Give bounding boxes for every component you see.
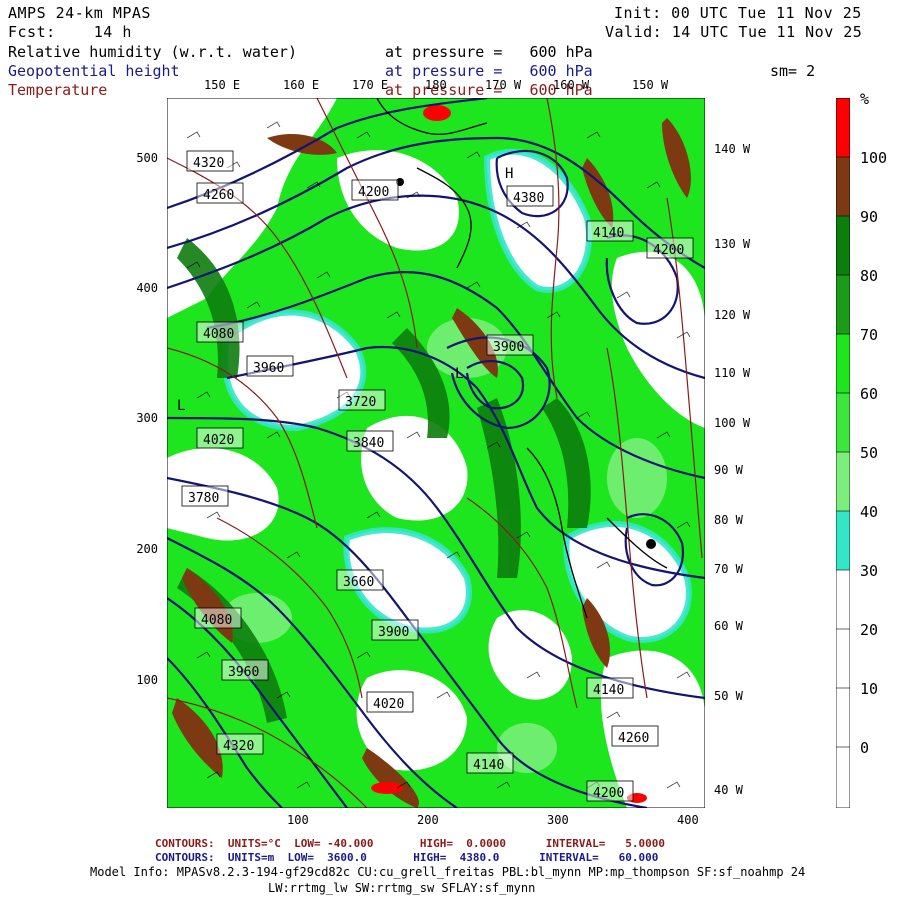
model-info-physics: LW:rrtmg_lw SW:rrtmg_sw SFLAY:sf_mynn (268, 881, 536, 895)
colorbar-label: 90 (860, 208, 879, 226)
lon-label-top: 160 E (283, 78, 320, 92)
height-label: 4200 (653, 243, 684, 258)
height-label: 4080 (201, 613, 232, 628)
lon-label-right: 130 W (714, 237, 751, 251)
field-rh-level: at pressure = 600 hPa (385, 43, 593, 61)
y-tick-label: 200 (136, 542, 158, 556)
height-contour-info: CONTOURS: UNITS=m LOW= 3600.0 HIGH= 4380… (155, 851, 659, 864)
forecast-hour: Fcst: 14 h (8, 23, 132, 41)
colorbar-label: 100 (860, 149, 888, 167)
height-label: 3900 (378, 625, 409, 640)
colorbar-label: 10 (860, 680, 879, 698)
temperature-contour-info: CONTOURS: UNITS=°C LOW= -40.000 HIGH= 0.… (155, 837, 665, 850)
colorbar-label: 30 (860, 562, 879, 580)
lon-label-top: 160 W (553, 78, 590, 92)
high-pressure-label: H (505, 166, 513, 182)
lon-label-top: 170 W (485, 78, 522, 92)
height-label: 3900 (493, 340, 524, 355)
lon-label-right: 40 W (714, 783, 743, 797)
x-tick-label: 100 (287, 813, 309, 827)
y-tick-label: 500 (136, 151, 158, 165)
lon-label-top: 180 (425, 78, 447, 92)
valid-time: Valid: 14 UTC Tue 11 Nov 25 (605, 23, 863, 41)
weather-map: 4320 4260 4200 4380 4140 4080 4020 3960 … (167, 98, 705, 808)
field-temp-name: Temperature (8, 81, 108, 99)
lon-label-right: 60 W (714, 619, 743, 633)
colorbar-unit: % (860, 90, 870, 108)
x-tick-label: 300 (547, 813, 569, 827)
colorbar-label: 40 (860, 503, 879, 521)
smoothing-label: sm= 2 (770, 62, 816, 80)
y-tick-label: 100 (136, 673, 158, 687)
lon-label-right: 50 W (714, 689, 743, 703)
height-label: 4140 (593, 683, 624, 698)
lon-label-right: 100 W (714, 416, 751, 430)
x-tick-label: 400 (677, 813, 699, 827)
colorbar-label: 60 (860, 385, 879, 403)
lon-label-right: 140 W (714, 142, 751, 156)
height-label: 3960 (253, 361, 284, 376)
height-label: 4020 (373, 697, 404, 712)
height-label: 3780 (188, 491, 219, 506)
height-label: 3660 (343, 575, 374, 590)
colorbar-label: 20 (860, 621, 879, 639)
lon-label-top: 150 E (204, 78, 241, 92)
height-label: 4260 (618, 731, 649, 746)
init-time: Init: 00 UTC Tue 11 Nov 25 (614, 4, 862, 22)
lon-label-right: 120 W (714, 308, 751, 322)
height-label: 4200 (593, 786, 624, 801)
lon-label-right: 70 W (714, 562, 743, 576)
lon-label-top: 170 E (352, 78, 389, 92)
height-label: 4380 (513, 191, 544, 206)
y-tick-label: 300 (136, 411, 158, 425)
colorbar-label: 80 (860, 267, 879, 285)
height-label: 4080 (203, 327, 234, 342)
x-tick-label: 200 (417, 813, 439, 827)
height-label: 3720 (345, 395, 376, 410)
height-label: 3840 (353, 436, 384, 451)
colorbar-label: 50 (860, 444, 879, 462)
colorbar-label: 0 (860, 739, 870, 757)
height-label: 3960 (228, 665, 259, 680)
height-label: 4260 (203, 188, 234, 203)
lon-label-top: 150 W (632, 78, 669, 92)
field-gh-name: Geopotential height (8, 62, 180, 80)
height-label: 4020 (203, 433, 234, 448)
colorbar-label: 70 (860, 326, 879, 344)
lon-label-right: 110 W (714, 366, 751, 380)
colorbar (836, 98, 850, 808)
field-rh-name: Relative humidity (w.r.t. water) (8, 43, 297, 61)
lon-label-right: 80 W (714, 513, 743, 527)
model-title: AMPS 24-km MPAS (8, 4, 151, 22)
height-label: 4200 (358, 185, 389, 200)
height-label: 4320 (223, 739, 254, 754)
low-pressure-label: L (455, 366, 463, 382)
y-tick-label: 400 (136, 281, 158, 295)
height-label: 4140 (473, 758, 504, 773)
height-label: 4320 (193, 156, 224, 171)
low-pressure-label: L (177, 398, 185, 414)
model-info: Model Info: MPASv8.2.3-194-gf29cd82c CU:… (90, 865, 806, 879)
lon-label-right: 90 W (714, 463, 743, 477)
height-label: 4140 (593, 226, 624, 241)
